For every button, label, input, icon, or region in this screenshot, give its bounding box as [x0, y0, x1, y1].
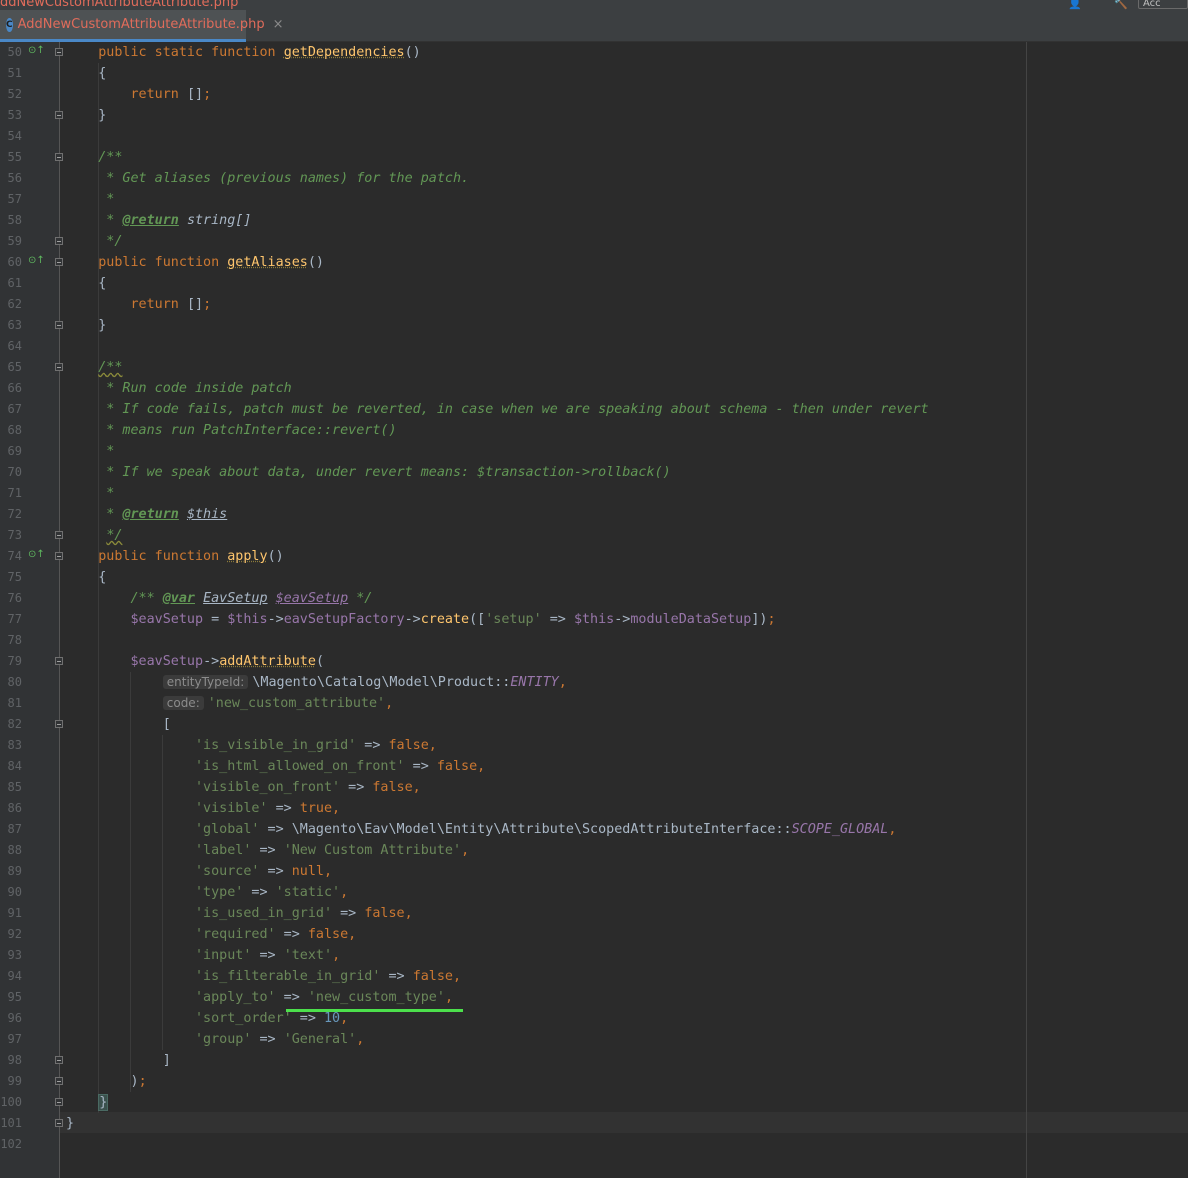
fold-icon[interactable]: [55, 111, 63, 119]
code-line[interactable]: 82 [: [0, 714, 1188, 735]
code-line[interactable]: 72 * @return $this: [0, 504, 1188, 525]
title-bar-tools: 👤▾ 🔨 Acc: [1068, 0, 1188, 10]
fold-icon[interactable]: [55, 321, 63, 329]
code-line[interactable]: 84 'is_html_allowed_on_front' => false,: [0, 756, 1188, 777]
code-line[interactable]: 97 'group' => 'General',: [0, 1029, 1188, 1050]
code-line[interactable]: 73 */: [0, 525, 1188, 546]
param-hint-code: code:: [162, 696, 204, 710]
code-line[interactable]: 59 */: [0, 231, 1188, 252]
code-line[interactable]: 70 * If we speak about data, under rever…: [0, 462, 1188, 483]
fold-icon[interactable]: [55, 1056, 63, 1064]
code-line[interactable]: 58 * @return string[]: [0, 210, 1188, 231]
window-title-bar: ddNewCustomAttributeAttribute.php 👤▾ 🔨 A…: [0, 0, 1188, 10]
code-line[interactable]: 86 'visible' => true,: [0, 798, 1188, 819]
code-line[interactable]: 75 {: [0, 567, 1188, 588]
code-line[interactable]: 56 * Get aliases (previous names) for th…: [0, 168, 1188, 189]
code-line[interactable]: 78: [0, 630, 1188, 651]
code-line[interactable]: 69 *: [0, 441, 1188, 462]
code-line[interactable]: 74 ⊙↑ public function apply(): [0, 546, 1188, 567]
code-line[interactable]: 90 'type' => 'static',: [0, 882, 1188, 903]
code-editor[interactable]: 50 ⊙↑ public static function getDependen…: [0, 42, 1188, 1178]
code-line[interactable]: 53 }: [0, 105, 1188, 126]
code-line[interactable]: 64: [0, 336, 1188, 357]
highlight-underline: [286, 1009, 463, 1012]
override-icon[interactable]: ⊙↑: [28, 44, 45, 58]
code-line[interactable]: 80 entityTypeId: \Magento\Catalog\Model\P…: [0, 672, 1188, 693]
code-line[interactable]: 81 code:'new_custom_attribute',: [0, 693, 1188, 714]
php-class-icon: C: [6, 17, 13, 32]
fold-icon[interactable]: [55, 363, 63, 371]
code-line[interactable]: 98 ]: [0, 1050, 1188, 1071]
code-line[interactable]: 101 }: [0, 1113, 1188, 1134]
code-line[interactable]: 61 {: [0, 273, 1188, 294]
code-line[interactable]: 50 ⊙↑ public static function getDependen…: [0, 42, 1188, 63]
code-line[interactable]: 65 /**: [0, 357, 1188, 378]
code-line[interactable]: 71 *: [0, 483, 1188, 504]
code-line[interactable]: 52 return [];: [0, 84, 1188, 105]
code-line[interactable]: 51 {: [0, 63, 1188, 84]
close-icon[interactable]: ×: [273, 17, 284, 32]
fold-icon[interactable]: [55, 720, 63, 728]
user-icon[interactable]: 👤▾: [1068, 0, 1086, 10]
account-button[interactable]: Acc: [1138, 0, 1188, 9]
fold-icon[interactable]: [55, 258, 63, 266]
fold-icon[interactable]: [55, 1077, 63, 1085]
code-line[interactable]: 88 'label' => 'New Custom Attribute',: [0, 840, 1188, 861]
code-line[interactable]: 62 return [];: [0, 294, 1188, 315]
code-line[interactable]: 93 'input' => 'text',: [0, 945, 1188, 966]
window-title: ddNewCustomAttributeAttribute.php: [0, 0, 239, 10]
code-line[interactable]: 83 'is_visible_in_grid' => false,: [0, 735, 1188, 756]
fold-icon[interactable]: [55, 531, 63, 539]
fold-icon[interactable]: [55, 1119, 63, 1127]
code-line[interactable]: 76 /** @var EavSetup $eavSetup */: [0, 588, 1188, 609]
build-icon[interactable]: 🔨: [1114, 0, 1128, 10]
code-line[interactable]: 102: [0, 1134, 1188, 1155]
param-hint-entity-type-id: entityTypeId:: [162, 675, 249, 689]
code-line[interactable]: 91 'is_used_in_grid' => false,: [0, 903, 1188, 924]
override-icon[interactable]: ⊙↑: [28, 254, 45, 268]
code-line[interactable]: 66 * Run code inside patch: [0, 378, 1188, 399]
code-line[interactable]: 87 'global' => \Magento\Eav\Model\Entity…: [0, 819, 1188, 840]
code-line[interactable]: 68 * means run PatchInterface::revert(): [0, 420, 1188, 441]
fold-icon[interactable]: [55, 552, 63, 560]
code-line[interactable]: 54: [0, 126, 1188, 147]
code-line[interactable]: 63 }: [0, 315, 1188, 336]
editor-tab-bar: C AddNewCustomAttributeAttribute.php ×: [0, 10, 1188, 42]
fold-icon[interactable]: [55, 237, 63, 245]
code-line[interactable]: 57 *: [0, 189, 1188, 210]
fold-icon[interactable]: [55, 153, 63, 161]
code-line[interactable]: 67 * If code fails, patch must be revert…: [0, 399, 1188, 420]
tab-label: AddNewCustomAttributeAttribute.php: [17, 17, 265, 32]
override-icon[interactable]: ⊙↑: [28, 548, 45, 562]
code-line[interactable]: 79 $eavSetup->addAttribute(: [0, 651, 1188, 672]
fold-icon[interactable]: [55, 1098, 63, 1106]
code-line[interactable]: 94 'is_filterable_in_grid' => false,: [0, 966, 1188, 987]
code-line[interactable]: 95 'apply_to' => 'new_custom_type',: [0, 987, 1188, 1008]
fold-icon[interactable]: [55, 48, 63, 56]
code-line[interactable]: 89 'source' => null,: [0, 861, 1188, 882]
code-line[interactable]: 77 $eavSetup = $this->eavSetupFactory->c…: [0, 609, 1188, 630]
code-line[interactable]: 100 }: [0, 1092, 1188, 1113]
code-line[interactable]: 60 ⊙↑ public function getAliases(): [0, 252, 1188, 273]
code-line[interactable]: 55 /**: [0, 147, 1188, 168]
code-line[interactable]: 85 'visible_on_front' => false,: [0, 777, 1188, 798]
code-line[interactable]: 96 'sort_order' => 10,: [0, 1008, 1188, 1029]
code-line[interactable]: 92 'required' => false,: [0, 924, 1188, 945]
tab-file[interactable]: C AddNewCustomAttributeAttribute.php ×: [0, 10, 284, 42]
code-line[interactable]: 99 );: [0, 1071, 1188, 1092]
fold-icon[interactable]: [55, 657, 63, 665]
